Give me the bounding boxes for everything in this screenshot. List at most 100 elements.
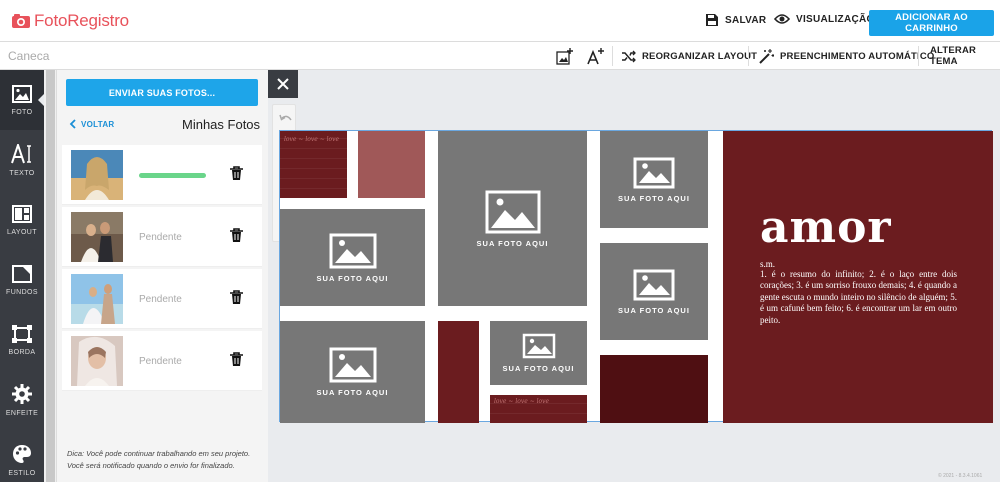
photo-thumbnail[interactable]	[71, 150, 123, 200]
word-class[interactable]: s.m.	[760, 259, 775, 269]
decor-color-tile[interactable]	[438, 321, 479, 423]
change-theme-button[interactable]: ALTERAR TEMA	[930, 45, 1000, 67]
photo-list-item[interactable]: Pendente	[62, 207, 262, 267]
decor-color-tile[interactable]	[358, 131, 425, 198]
save-label: SALVAR	[725, 14, 767, 26]
photo-slot-label: SUA FOTO AQUI	[502, 364, 575, 373]
sidebar-item-layout[interactable]: LAYOUT	[0, 190, 44, 250]
backgrounds-icon	[12, 264, 32, 283]
preview-button[interactable]: VISUALIZAÇÃO	[774, 13, 875, 25]
eye-icon	[774, 14, 790, 24]
shuffle-icon	[622, 50, 636, 62]
toolbar-divider	[612, 46, 613, 66]
sidebar-item-foto[interactable]: FOTO	[0, 70, 44, 130]
definition-text[interactable]: 1. é o resumo do infinito; 2. é o laço e…	[760, 269, 957, 326]
decor-color-tile[interactable]	[600, 355, 708, 423]
toolbar-divider	[918, 46, 919, 66]
photo-slot[interactable]: SUA FOTO AQUI	[600, 131, 708, 228]
undo-icon	[278, 114, 292, 121]
close-icon	[277, 78, 289, 90]
top-header: FotoRegistro SALVAR VISUALIZAÇÃO ADICION…	[0, 0, 1000, 42]
add-text-button[interactable]	[587, 47, 611, 65]
photo-slot-label: SUA FOTO AQUI	[316, 273, 389, 283]
photo-slot[interactable]: SUA FOTO AQUI	[438, 131, 587, 306]
toolbar-divider	[748, 46, 749, 66]
back-label: VOLTAR	[81, 119, 115, 129]
photo-slot-label: SUA FOTO AQUI	[316, 388, 389, 397]
photo-list-item[interactable]: Pendente	[62, 269, 262, 329]
photo-slot-label: SUA FOTO AQUI	[618, 193, 690, 203]
back-link[interactable]: VOLTAR	[69, 119, 115, 129]
photo-slot[interactable]: SUA FOTO AQUI	[280, 209, 425, 306]
tool-sidebar: FOTO TEXTO LAYOUT FUNDOS BORDA ENFEITE E…	[0, 70, 44, 482]
photo-slot[interactable]: SUA FOTO AQUI	[280, 321, 425, 423]
sidebar-label: TEXTO	[9, 169, 35, 177]
border-icon	[12, 324, 32, 343]
save-button[interactable]: SALVAR	[705, 13, 766, 27]
decor-pattern-tile[interactable]: love ~ love ~ love	[280, 131, 347, 198]
product-name: Caneca	[8, 49, 50, 63]
sidebar-label: ENFEITE	[5, 409, 39, 417]
preview-label: VISUALIZAÇÃO	[796, 13, 875, 25]
image-placeholder-icon	[633, 157, 675, 188]
definition-word[interactable]: amor	[760, 203, 892, 253]
sidebar-item-texto[interactable]: TEXTO	[0, 130, 44, 190]
sidebar-item-borda[interactable]: BORDA	[0, 310, 44, 370]
photo-slot-label: SUA FOTO AQUI	[618, 305, 690, 315]
sidebar-label: FOTO	[11, 108, 33, 116]
image-placeholder-icon	[633, 269, 675, 300]
panel-title: Minhas Fotos	[182, 117, 261, 132]
reorganize-layout-button[interactable]: REORGANIZAR LAYOUT	[621, 47, 757, 65]
delete-photo-button[interactable]	[230, 290, 243, 310]
send-photos-button[interactable]: ENVIAR SUAS FOTOS...	[66, 79, 258, 106]
photo-list-item[interactable]	[62, 145, 262, 205]
sidebar-item-enfeite[interactable]: ENFEITE	[0, 370, 44, 430]
undo-button[interactable]	[277, 111, 293, 127]
sidebar-label: FUNDOS	[6, 288, 38, 296]
save-icon	[706, 14, 718, 26]
add-image-button[interactable]	[556, 47, 580, 65]
camera-logo-icon	[12, 14, 30, 28]
add-to-cart-button[interactable]: ADICIONAR AO CARRINHO	[869, 10, 994, 36]
photo-thumbnail[interactable]	[71, 212, 123, 262]
photo-list-item[interactable]: Pendente	[62, 331, 262, 391]
upload-progress-bar	[139, 173, 206, 178]
chevron-left-icon	[69, 119, 76, 129]
sidebar-item-estilo[interactable]: ESTILO	[0, 430, 44, 482]
upload-status: Pendente	[139, 232, 182, 243]
brand-logo[interactable]: FotoRegistro	[11, 11, 129, 31]
delete-photo-button[interactable]	[230, 352, 243, 372]
definition-text-panel[interactable]: amor s.m. 1. é o resumo do infinito; 2. …	[723, 131, 993, 423]
photo-slot[interactable]: SUA FOTO AQUI	[490, 321, 587, 385]
image-placeholder-icon	[329, 233, 376, 268]
scrollbar-thumb[interactable]	[46, 70, 55, 482]
photo-slot[interactable]: SUA FOTO AQUI	[600, 243, 708, 340]
upload-status: Pendente	[139, 294, 182, 305]
layout-icon	[12, 204, 32, 223]
autofill-label: PREENCHIMENTO AUTOMÁTICO	[780, 50, 935, 62]
design-canvas[interactable]: love ~ love ~ love SUA FOTO AQUI SUA FOT…	[279, 130, 993, 423]
magic-wand-icon	[759, 48, 774, 64]
delete-photo-button[interactable]	[230, 166, 243, 186]
photo-thumbnail[interactable]	[71, 274, 123, 324]
sidebar-label: BORDA	[8, 348, 36, 356]
image-placeholder-icon	[329, 347, 376, 383]
copyright-note: © 2021 - 8.3.4.1061	[938, 473, 983, 479]
theme-label: ALTERAR TEMA	[930, 45, 977, 67]
trash-icon	[230, 290, 243, 304]
photo-slot-label: SUA FOTO AQUI	[476, 238, 549, 248]
trash-icon	[230, 166, 243, 180]
delete-photo-button[interactable]	[230, 228, 243, 248]
trash-icon	[230, 352, 243, 366]
photo-thumbnail[interactable]	[71, 336, 123, 386]
decor-pattern-tile[interactable]: love ~ love ~ love	[490, 395, 587, 423]
reorganize-label: REORGANIZAR LAYOUT	[642, 50, 758, 62]
image-placeholder-icon	[522, 333, 555, 359]
photo-list: Pendente Pendente Pendente	[62, 145, 262, 391]
gear-icon	[12, 383, 32, 404]
sidebar-item-fundos[interactable]: FUNDOS	[0, 250, 44, 310]
image-placeholder-icon	[485, 190, 540, 233]
panel-scrollbar[interactable]	[44, 70, 57, 482]
autofill-button[interactable]: PREENCHIMENTO AUTOMÁTICO	[759, 47, 935, 65]
close-panel-button[interactable]	[268, 70, 298, 98]
